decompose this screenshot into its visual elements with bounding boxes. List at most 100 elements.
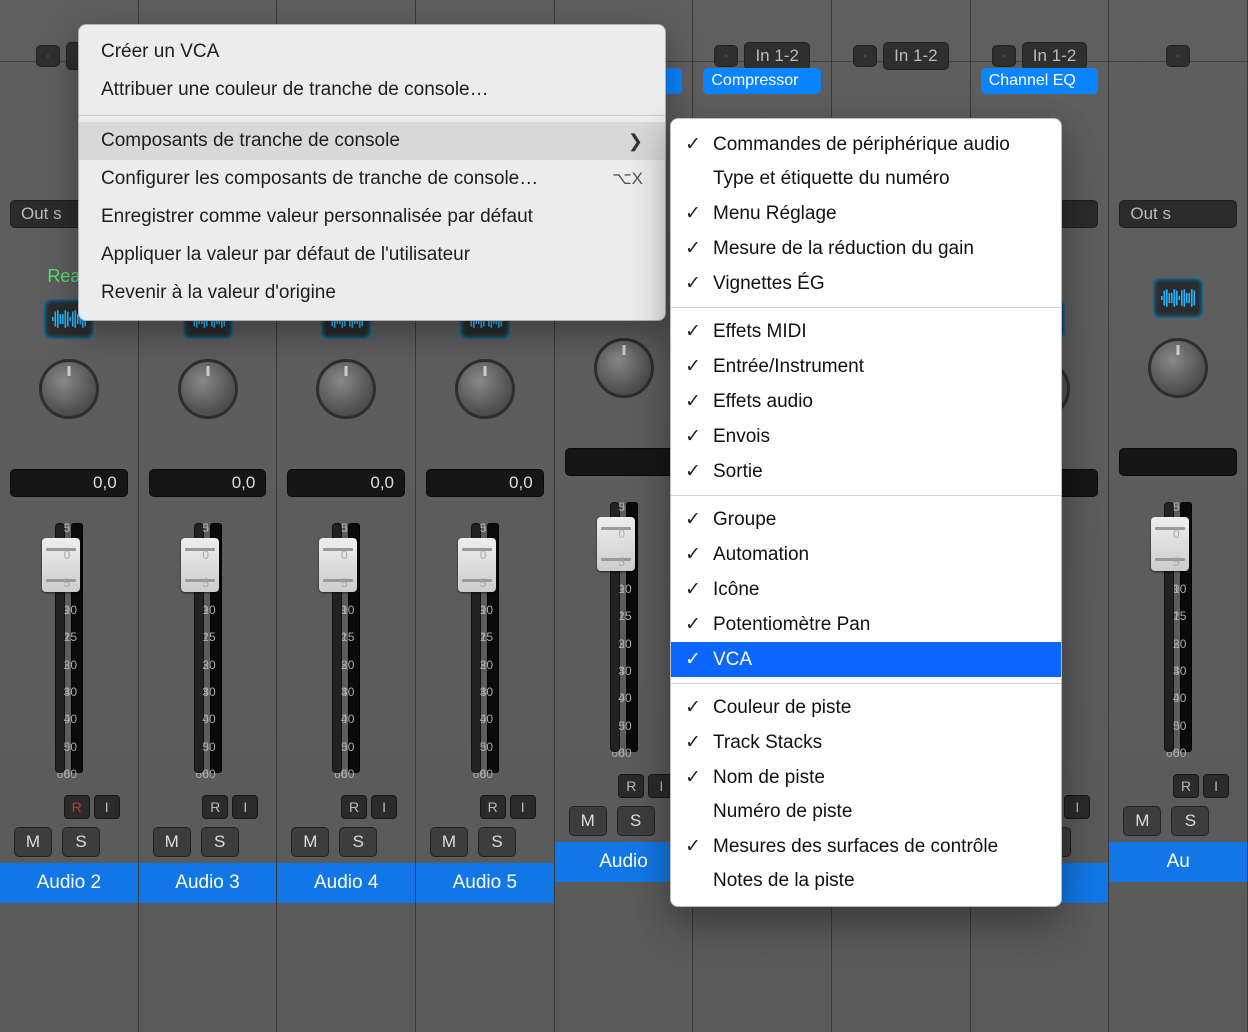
plugin-insert[interactable]: Channel EQ	[981, 68, 1099, 94]
submenu-item[interactable]: ✓Automation	[671, 537, 1061, 572]
volume-display[interactable]	[565, 448, 683, 476]
track-name[interactable]: Audio 3	[139, 863, 277, 903]
stereo-icon[interactable]	[714, 45, 738, 67]
input-monitor-button[interactable]: I	[232, 795, 258, 819]
record-enable-button[interactable]: R	[341, 795, 367, 819]
record-enable-button[interactable]: R	[1173, 774, 1199, 798]
volume-display[interactable]: 0,0	[426, 469, 544, 497]
track-name[interactable]: Audio 2	[0, 863, 138, 903]
pan-knob[interactable]	[594, 338, 654, 398]
insert-slot[interactable]	[842, 68, 960, 96]
plugin-insert[interactable]: Compressor	[703, 68, 821, 94]
insert-slot[interactable]: Channel EQ	[981, 68, 1099, 96]
input-monitor-button[interactable]: I	[371, 795, 397, 819]
submenu-label: Commandes de périphérique audio	[713, 134, 1010, 156]
submenu-label: Effets MIDI	[713, 321, 807, 343]
mute-button[interactable]: M	[14, 827, 52, 857]
pan-row	[1109, 338, 1247, 398]
submenu-item[interactable]: ✓Sortie	[671, 454, 1061, 489]
submenu-item[interactable]: ✓Entrée/Instrument	[671, 349, 1061, 384]
context-menu[interactable]: Créer un VCA Attribuer une couleur de tr…	[78, 24, 666, 321]
submenu-item[interactable]: Notes de la piste	[671, 864, 1061, 898]
submenu-item[interactable]: ✓Envois	[671, 419, 1061, 454]
volume-display[interactable]: 0,0	[149, 469, 267, 497]
submenu-item[interactable]: ✓Effets MIDI	[671, 314, 1061, 349]
track-name[interactable]: Audio 4	[277, 863, 415, 903]
volume-display[interactable]: 0,0	[10, 469, 128, 497]
track-name[interactable]: Au	[1109, 842, 1247, 882]
submenu-item[interactable]: ✓Groupe	[671, 502, 1061, 537]
volume-display[interactable]	[1119, 448, 1237, 476]
submenu-item[interactable]: ✓Mesure de la réduction du gain	[671, 231, 1061, 266]
submenu-item[interactable]: ✓Menu Réglage	[671, 196, 1061, 231]
pan-knob[interactable]	[316, 359, 376, 419]
volume-display[interactable]: 0,0	[287, 469, 405, 497]
stereo-icon[interactable]	[1166, 45, 1190, 67]
insert-slot[interactable]: Compressor	[703, 68, 821, 96]
submenu-item[interactable]: ✓Couleur de piste	[671, 690, 1061, 725]
submenu-label: Icône	[713, 579, 759, 601]
input-monitor-button[interactable]: I	[510, 795, 536, 819]
pan-knob[interactable]	[39, 359, 99, 419]
menu-apply-default[interactable]: Appliquer la valeur par défaut de l'util…	[79, 236, 665, 274]
input-monitor-button[interactable]: I	[94, 795, 120, 819]
pan-knob[interactable]	[1148, 338, 1208, 398]
record-input-row: R I	[139, 795, 259, 819]
solo-button[interactable]: S	[617, 806, 655, 836]
mute-button[interactable]: M	[153, 827, 191, 857]
submenu-item[interactable]: ✓VCA	[671, 642, 1061, 677]
pan-knob[interactable]	[455, 359, 515, 419]
pan-knob[interactable]	[178, 359, 238, 419]
submenu-item[interactable]: ✓Effets audio	[671, 384, 1061, 419]
output-selector[interactable]: Out s	[1119, 200, 1237, 228]
record-enable-button[interactable]: R	[64, 795, 90, 819]
input-monitor-button[interactable]: I	[1064, 795, 1090, 819]
submenu-item[interactable]: ✓Vignettes ÉG	[671, 266, 1061, 301]
output-row: Out s	[1119, 200, 1237, 228]
menu-assign-color[interactable]: Attribuer une couleur de tranche de cons…	[79, 71, 665, 109]
submenu-item[interactable]: Numéro de piste	[671, 795, 1061, 829]
track-name[interactable]: Audio 5	[416, 863, 554, 903]
mute-button[interactable]: M	[569, 806, 607, 836]
submenu-separator	[671, 307, 1061, 308]
solo-button[interactable]: S	[1171, 806, 1209, 836]
menu-components[interactable]: Composants de tranche de console ❯	[79, 122, 665, 160]
mute-button[interactable]: M	[430, 827, 468, 857]
submenu-label: Nom de piste	[713, 767, 825, 789]
input-monitor-button[interactable]: I	[1203, 774, 1229, 798]
stereo-icon[interactable]	[36, 45, 60, 67]
components-submenu[interactable]: ✓Commandes de périphérique audioType et …	[670, 118, 1062, 907]
stereo-icon[interactable]	[992, 45, 1016, 67]
checkmark-icon: ✓	[683, 202, 703, 225]
submenu-item[interactable]: ✓Nom de piste	[671, 760, 1061, 795]
solo-button[interactable]: S	[339, 827, 377, 857]
input-selector[interactable]: In 1-2	[1022, 42, 1087, 70]
mute-button[interactable]: M	[291, 827, 329, 857]
stereo-icon[interactable]	[853, 45, 877, 67]
solo-button[interactable]: S	[478, 827, 516, 857]
submenu-item[interactable]: ✓Track Stacks	[671, 725, 1061, 760]
menu-create-vca[interactable]: Créer un VCA	[79, 33, 665, 71]
submenu-label: Type et étiquette du numéro	[713, 168, 950, 190]
submenu-item[interactable]: ✓Mesures des surfaces de contrôle	[671, 829, 1061, 864]
record-enable-button[interactable]: R	[480, 795, 506, 819]
menu-save-default[interactable]: Enregistrer comme valeur personnalisée p…	[79, 198, 665, 236]
solo-button[interactable]: S	[201, 827, 239, 857]
input-selector[interactable]: In 1-2	[883, 42, 948, 70]
mute-solo-row: M S	[139, 823, 277, 857]
record-enable-button[interactable]: R	[202, 795, 228, 819]
checkmark-icon: ✓	[683, 648, 703, 671]
input-selector[interactable]: In 1-2	[744, 42, 809, 70]
fader-scale-right: 50510152030405060	[480, 521, 540, 781]
submenu-item[interactable]: Type et étiquette du numéro	[671, 162, 1061, 196]
submenu-item[interactable]: ✓Potentiomètre Pan	[671, 607, 1061, 642]
record-enable-button[interactable]: R	[618, 774, 644, 798]
menu-configure-components[interactable]: Configurer les composants de tranche de …	[79, 160, 665, 198]
mute-button[interactable]: M	[1123, 806, 1161, 836]
submenu-item[interactable]: ✓Icône	[671, 572, 1061, 607]
insert-slot[interactable]	[1119, 68, 1237, 96]
submenu-item[interactable]: ✓Commandes de périphérique audio	[671, 127, 1061, 162]
solo-button[interactable]: S	[62, 827, 100, 857]
waveform-icon[interactable]	[1153, 278, 1203, 318]
menu-revert[interactable]: Revenir à la valeur d'origine	[79, 274, 665, 312]
